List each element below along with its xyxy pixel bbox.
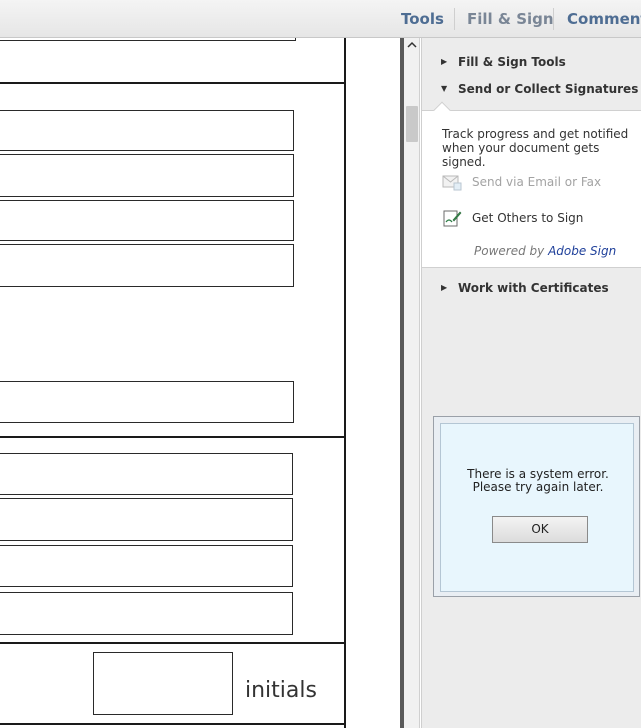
triangle-right-icon: ▶ [441,283,448,292]
get-others-to-sign-button[interactable]: Get Others to Sign [442,208,632,230]
get-others-to-sign-label: Get Others to Sign [472,211,584,225]
form-field[interactable] [0,200,294,241]
send-description: Track progress and get notified when you… [442,127,629,169]
panel-notch [433,101,451,119]
initials-field[interactable] [93,652,233,715]
send-collect-panel: Track progress and get notified when you… [422,101,641,268]
error-dialog-body: There is a system error. Please try agai… [440,423,634,592]
section-label: Fill & Sign Tools [458,55,566,69]
powered-by: Powered by Adobe Sign [474,244,616,258]
form-field[interactable] [0,545,293,587]
triangle-right-icon: ▶ [441,57,448,66]
document-page: initials [0,38,400,728]
form-field[interactable] [0,38,296,41]
pen-sign-icon [442,208,462,228]
toolbar-separator [454,8,455,30]
form-field[interactable] [0,592,293,635]
chevron-up-icon[interactable] [404,38,420,56]
error-message: There is a system error. Please try agai… [467,467,609,494]
table-row-divider [0,723,346,725]
fill-sign-button[interactable]: Fill & Sign [467,0,554,38]
section-fill-sign-tools[interactable]: ▶ Fill & Sign Tools [422,52,641,74]
tools-button[interactable]: Tools [401,0,444,38]
send-email-fax-button[interactable]: Send via Email or Fax [442,172,632,194]
form-field[interactable] [0,381,294,423]
section-work-with-certificates[interactable]: ▶ Work with Certificates [422,278,641,300]
initials-label: initials [245,678,317,703]
section-send-collect-signatures[interactable]: ▼ Send or Collect Signatures [422,79,641,101]
envelope-icon [442,172,462,192]
send-email-fax-label: Send via Email or Fax [472,175,602,189]
form-field[interactable] [0,453,293,495]
form-field[interactable] [0,110,294,151]
form-field[interactable] [0,244,294,287]
table-row-divider [0,436,346,438]
form-field[interactable] [0,498,293,541]
adobe-sign-link[interactable]: Adobe Sign [548,244,616,258]
toolbar-separator [553,8,554,30]
table-row-divider [0,642,346,644]
powered-by-prefix: Powered by [474,244,545,258]
table-border-right [344,38,346,728]
top-toolbar: Tools Fill & Sign Comment [0,0,641,38]
section-label: Work with Certificates [458,281,609,295]
ok-button[interactable]: OK [492,516,588,543]
tools-pane: ▶ Fill & Sign Tools ▼ Send or Collect Si… [421,38,641,728]
scroll-thumb[interactable] [406,106,418,142]
error-dialog: There is a system error. Please try agai… [433,416,640,597]
document-scrollbar[interactable] [404,38,420,728]
triangle-down-icon: ▼ [441,84,448,93]
form-field[interactable] [0,154,294,197]
comment-button[interactable]: Comment [567,0,641,38]
table-row-divider [0,82,346,84]
section-label: Send or Collect Signatures [458,82,639,96]
